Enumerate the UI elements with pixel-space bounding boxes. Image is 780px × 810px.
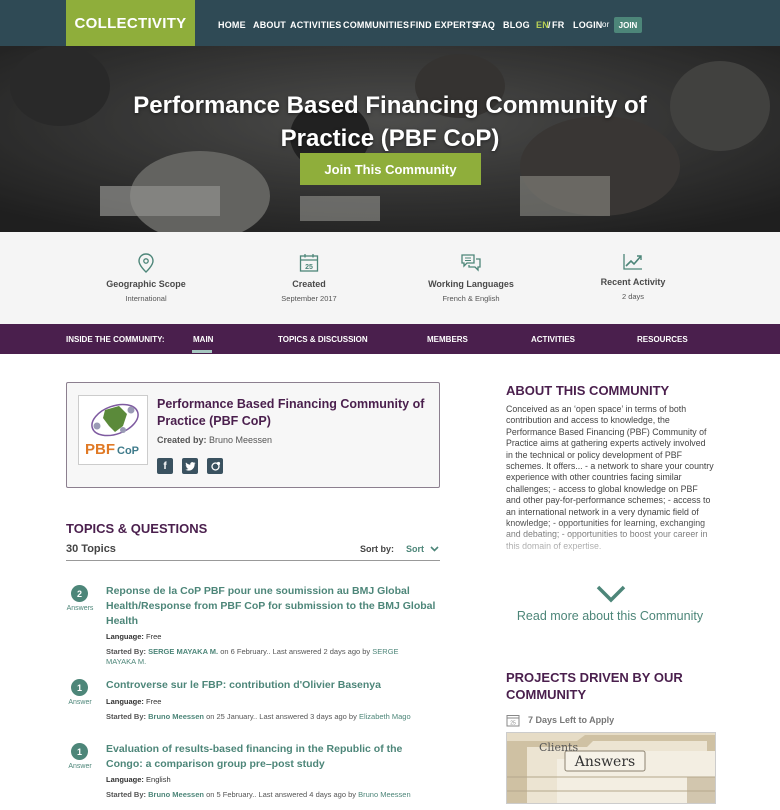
- topic-language: Language: English: [106, 775, 171, 784]
- text-fade-overlay: [500, 520, 720, 566]
- community-subnav: INSIDE THE COMMUNITY: MAIN TOPICS & DISC…: [0, 324, 780, 354]
- nav-home[interactable]: HOME: [218, 20, 246, 30]
- stat-title: Created: [292, 279, 326, 289]
- share-icon[interactable]: [207, 458, 223, 474]
- stat-title: Geographic Scope: [106, 279, 186, 289]
- answer-count-label: Answers: [66, 605, 94, 612]
- answer-count-badge: 1: [71, 743, 88, 760]
- stat-created: 25 Created September 2017: [239, 252, 379, 303]
- community-stats: Geographic Scope International 25 Create…: [0, 232, 780, 324]
- topic-language: Language: Free: [106, 697, 162, 706]
- about-heading: ABOUT THIS COMMUNITY: [506, 383, 670, 398]
- days-left-label: 7 Days Left to Apply: [528, 715, 615, 725]
- topic-author-link[interactable]: Bruno Meessen: [148, 790, 204, 799]
- topic-language: Language: Free: [106, 632, 162, 641]
- lang-en[interactable]: EN: [536, 20, 549, 30]
- image-tab-clients: Clients: [539, 741, 578, 754]
- calendar-icon: 25: [299, 254, 319, 272]
- sort-by-label: Sort by:: [360, 544, 395, 554]
- join-community-button[interactable]: Join This Community: [300, 153, 481, 185]
- top-navbar: COLLECTIVITY HOME ABOUT ACTIVITIES COMMU…: [0, 0, 780, 46]
- read-more-link[interactable]: Read more about this Community: [506, 609, 714, 623]
- divider: [66, 560, 440, 561]
- chevron-down-icon[interactable]: [596, 585, 626, 603]
- chevron-down-icon: [429, 546, 439, 552]
- nav-communities[interactable]: COMMUNITIES: [343, 20, 409, 30]
- pbf-cop-logo: PBF CoP: [78, 395, 148, 465]
- nav-blog[interactable]: BLOG: [503, 20, 530, 30]
- image-tab-answers: Answers: [574, 754, 635, 770]
- topic-meta: Started By: Bruno Meessen on 5 February.…: [106, 790, 411, 799]
- stat-value: September 2017: [281, 294, 337, 303]
- stat-value: 2 days: [621, 292, 645, 301]
- community-title: Performance Based Financing Community of…: [133, 92, 647, 152]
- stat-geographic-scope: Geographic Scope International: [76, 252, 216, 303]
- answer-count-badge: 2: [71, 585, 88, 602]
- twitter-icon[interactable]: [182, 458, 198, 474]
- created-by-label: Created by:: [157, 435, 207, 445]
- topic-meta: Started By: Bruno Meessen on 25 January.…: [106, 712, 411, 721]
- topic-title[interactable]: Reponse de la CoP PBF pour une soumissio…: [106, 584, 436, 629]
- projects-heading: PROJECTS DRIVEN BY OUR COMMUNITY: [506, 670, 683, 702]
- lang-fr[interactable]: FR: [552, 20, 564, 30]
- stat-recent-activity: Recent Activity 2 days: [563, 252, 703, 301]
- or-text: or: [602, 20, 610, 29]
- subnav-label: INSIDE THE COMMUNITY:: [66, 335, 165, 344]
- calendar-icon: 25: [506, 715, 520, 727]
- facebook-icon[interactable]: f: [157, 458, 173, 474]
- stat-title: Recent Activity: [600, 277, 666, 287]
- tab-activities[interactable]: ACTIVITIES: [531, 335, 575, 344]
- community-card: PBF CoP Performance Based Financing Comm…: [66, 382, 440, 488]
- collectivity-logo[interactable]: COLLECTIVITY: [66, 0, 195, 46]
- join-button[interactable]: JOIN: [614, 17, 642, 33]
- tab-topics-discussion[interactable]: TOPICS & DISCUSSION: [278, 335, 368, 344]
- topic-meta: Started By: SERGE MAYAKA M. on 6 Februar…: [106, 647, 399, 666]
- sort-dropdown[interactable]: Sort: [406, 544, 439, 554]
- tab-main[interactable]: MAIN: [193, 335, 213, 344]
- trend-chart-icon: [623, 254, 642, 270]
- logo-cop-text: CoP: [117, 445, 139, 457]
- nav-about[interactable]: ABOUT: [253, 20, 286, 30]
- project-image[interactable]: Answers Clients: [506, 732, 716, 804]
- lang-separator: /: [548, 20, 551, 30]
- calendar-day: 25: [305, 264, 313, 271]
- topic-title[interactable]: Evaluation of results-based financing in…: [106, 742, 436, 772]
- topics-count: 30 Topics: [66, 543, 116, 555]
- calendar-day: 25: [510, 721, 516, 727]
- stat-value: French & English: [442, 294, 500, 303]
- created-by-name: Bruno Meessen: [209, 435, 273, 445]
- last-answer-author-link[interactable]: Bruno Meessen: [358, 790, 411, 799]
- nav-activities[interactable]: ACTIVITIES: [290, 20, 342, 30]
- sort-value: Sort: [406, 544, 424, 554]
- hero-banner: Performance Based Financing Community of…: [0, 46, 780, 232]
- map-pin-icon: [138, 253, 154, 273]
- topics-heading: TOPICS & QUESTIONS: [66, 521, 208, 536]
- stat-value: International: [125, 294, 167, 303]
- topic-author-link[interactable]: Bruno Meessen: [148, 712, 204, 721]
- answer-count-badge: 1: [71, 679, 88, 696]
- chat-icon: [461, 254, 481, 272]
- card-title: Performance Based Financing Community of…: [157, 397, 425, 428]
- logo-pbf-text: PBF: [85, 441, 115, 458]
- created-by: Created by: Bruno Meessen: [157, 435, 272, 445]
- stat-working-languages: Working Languages French & English: [401, 252, 541, 303]
- topic-author-link[interactable]: SERGE MAYAKA M.: [148, 647, 218, 656]
- tab-resources[interactable]: RESOURCES: [637, 335, 688, 344]
- active-tab-indicator: [192, 350, 212, 353]
- tab-members[interactable]: MEMBERS: [427, 335, 468, 344]
- nav-find-experts[interactable]: FIND EXPERTS: [410, 20, 478, 30]
- last-answer-author-link[interactable]: Elizabeth Mago: [359, 712, 411, 721]
- login-link[interactable]: LOGIN: [573, 20, 603, 30]
- answer-count-label: Answer: [68, 699, 92, 706]
- answer-count-label: Answer: [68, 763, 92, 770]
- nav-faq[interactable]: FAQ: [476, 20, 495, 30]
- stat-title: Working Languages: [428, 279, 514, 289]
- topic-title[interactable]: Controverse sur le FBP: contribution d'O…: [106, 678, 436, 693]
